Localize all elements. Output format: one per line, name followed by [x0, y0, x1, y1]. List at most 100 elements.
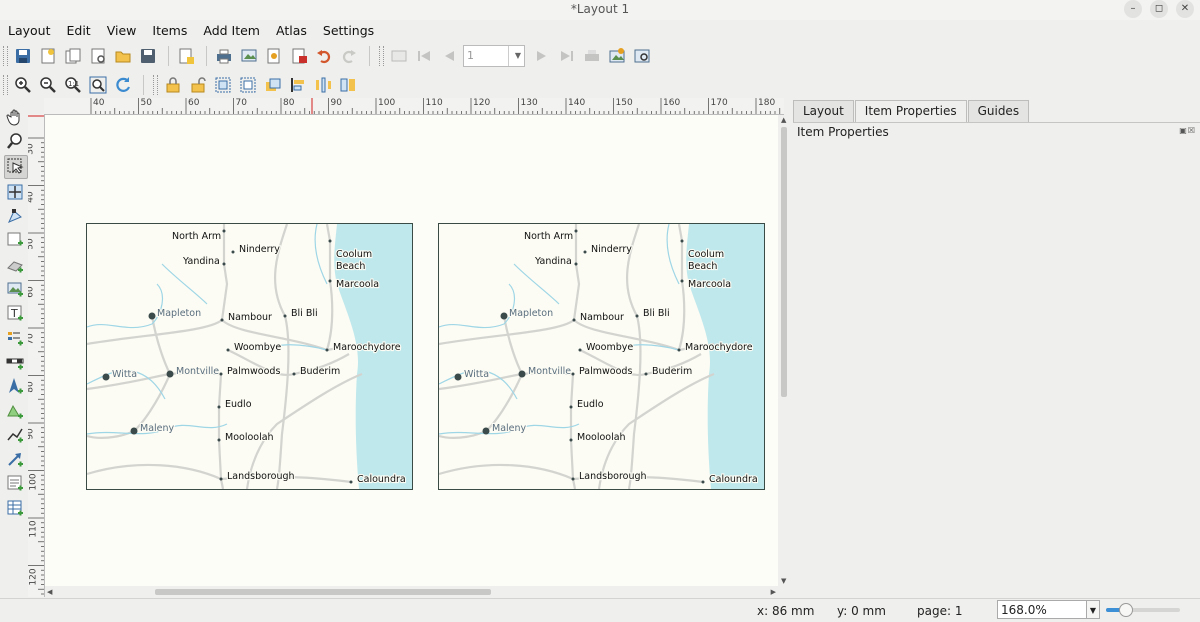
distribute-items-icon[interactable]: [312, 74, 334, 96]
place-label: Buderim: [652, 366, 692, 377]
duplicate-layout-icon[interactable]: [62, 45, 84, 67]
place-label: Palmwoods: [227, 366, 280, 377]
vertical-scroll-thumb[interactable]: [781, 127, 787, 397]
scroll-up-icon[interactable]: ▲: [781, 116, 786, 124]
add-attribute-table-icon[interactable]: [4, 497, 26, 519]
add-pages-icon[interactable]: [175, 45, 197, 67]
zoom-tool-icon[interactable]: [4, 130, 26, 152]
vertical-ruler[interactable]: 30 40 50 60 70 80 90 100 110 120: [28, 114, 45, 597]
add-legend-icon[interactable]: [4, 327, 26, 349]
add-html-icon[interactable]: [4, 472, 26, 494]
place-dot: [325, 348, 329, 352]
save-icon[interactable]: [12, 45, 34, 67]
add-label-icon[interactable]: T: [4, 302, 26, 324]
add-arrow-icon[interactable]: [4, 448, 26, 470]
zoom-in-icon[interactable]: [12, 74, 34, 96]
raise-items-icon[interactable]: [262, 74, 284, 96]
menu-items[interactable]: Items: [144, 21, 195, 41]
zoom-full-icon[interactable]: [87, 74, 109, 96]
zoom-input[interactable]: 168.0%: [997, 600, 1087, 619]
add-picture-icon[interactable]: [4, 278, 26, 300]
redo-icon[interactable]: [338, 45, 360, 67]
zoom-actual-icon[interactable]: 1:1: [62, 74, 84, 96]
ungroup-items-icon[interactable]: [237, 74, 259, 96]
export-image-icon[interactable]: [238, 45, 260, 67]
layout-canvas[interactable]: North Arm Ninderry Yandina Coolum Beach Marco…: [45, 115, 778, 586]
save-template-icon[interactable]: [137, 45, 159, 67]
new-layout-icon[interactable]: [37, 45, 59, 67]
tab-guides[interactable]: Guides: [967, 100, 1030, 122]
add-map-icon[interactable]: [4, 229, 26, 251]
group-items-icon[interactable]: [212, 74, 234, 96]
pan-icon[interactable]: [4, 106, 26, 128]
horizontal-scroll-thumb[interactable]: [155, 589, 491, 595]
export-atlas-icon[interactable]: [606, 45, 628, 67]
add-3d-map-icon[interactable]: [4, 254, 26, 276]
menu-add-item[interactable]: Add Item: [195, 21, 268, 41]
menu-layout[interactable]: Layout: [0, 21, 59, 41]
move-content-icon[interactable]: [4, 181, 26, 203]
open-template-icon[interactable]: [112, 45, 134, 67]
refresh-icon[interactable]: [112, 74, 134, 96]
resize-items-icon[interactable]: [337, 74, 359, 96]
chevron-down-icon[interactable]: ▼: [1087, 600, 1100, 619]
ruler-label: 150: [615, 98, 633, 108]
float-panel-icon[interactable]: ▣: [1179, 126, 1188, 135]
place-label: Caloundra: [709, 474, 758, 485]
maximize-icon[interactable]: ◻: [1150, 0, 1168, 18]
ruler-label: 160: [663, 98, 681, 108]
toolbar-grip[interactable]: [3, 46, 8, 66]
toolbar-grip[interactable]: [3, 75, 8, 95]
last-feature-icon[interactable]: [556, 45, 578, 67]
scroll-left-icon[interactable]: ◀: [47, 588, 52, 596]
unlock-items-icon[interactable]: [187, 74, 209, 96]
export-pdf-icon[interactable]: [288, 45, 310, 67]
horizontal-scrollbar[interactable]: ◀ ▶: [45, 586, 778, 598]
place-label: Woombye: [234, 342, 281, 353]
print-atlas-icon[interactable]: [581, 45, 603, 67]
print-icon[interactable]: [213, 45, 235, 67]
menu-edit[interactable]: Edit: [59, 21, 99, 41]
add-north-arrow-icon[interactable]: [4, 375, 26, 397]
previous-feature-icon[interactable]: [438, 45, 460, 67]
chevron-down-icon[interactable]: ▼: [508, 46, 524, 66]
select-move-icon[interactable]: [4, 154, 28, 179]
horizontal-ruler[interactable]: 40 50 60 70 80 90 100 110 120 130 140 150 160 170 180: [44, 98, 784, 115]
toolbar-grip[interactable]: [379, 46, 384, 66]
undo-icon[interactable]: [313, 45, 335, 67]
close-icon[interactable]: ✕: [1176, 0, 1194, 18]
vertical-scrollbar[interactable]: ▲ ▼: [778, 115, 790, 586]
menu-atlas[interactable]: Atlas: [268, 21, 315, 41]
next-feature-icon[interactable]: [531, 45, 553, 67]
add-polyline-icon[interactable]: [4, 424, 26, 446]
tab-item-properties[interactable]: Item Properties: [854, 100, 967, 122]
first-feature-icon[interactable]: [413, 45, 435, 67]
menu-view[interactable]: View: [99, 21, 145, 41]
add-shape-icon[interactable]: [4, 400, 26, 422]
lock-items-icon[interactable]: [162, 74, 184, 96]
export-svg-icon[interactable]: [263, 45, 285, 67]
map-item-2[interactable]: North Arm Ninderry Yandina Coolum Beach Marco…: [438, 223, 765, 490]
add-scale-bar-icon[interactable]: [4, 351, 26, 373]
align-items-icon[interactable]: [287, 74, 309, 96]
tab-layout[interactable]: Layout: [793, 100, 854, 122]
menu-settings[interactable]: Settings: [315, 21, 382, 41]
zoom-slider-handle[interactable]: [1118, 603, 1133, 617]
zoom-slider[interactable]: [1106, 603, 1180, 617]
atlas-settings-icon[interactable]: [631, 45, 653, 67]
edit-nodes-icon[interactable]: [4, 205, 26, 227]
place-dot: [677, 348, 681, 352]
toolbar-grip[interactable]: [153, 75, 158, 95]
ruler-label: 100: [378, 98, 396, 108]
close-panel-icon[interactable]: ☒: [1188, 126, 1196, 135]
place-dot: [292, 372, 296, 376]
scroll-down-icon[interactable]: ▼: [781, 577, 786, 585]
atlas-page-field[interactable]: 1 ▼: [463, 45, 525, 67]
map-item-1[interactable]: North Arm Ninderry Yandina Coolum Beach Marco…: [86, 223, 413, 490]
place-dot: [226, 348, 230, 352]
zoom-out-icon[interactable]: [37, 74, 59, 96]
atlas-preview-icon[interactable]: [388, 45, 410, 67]
minimize-icon[interactable]: –: [1124, 0, 1142, 18]
layout-manager-icon[interactable]: [87, 45, 109, 67]
scroll-right-icon[interactable]: ▶: [771, 588, 776, 596]
